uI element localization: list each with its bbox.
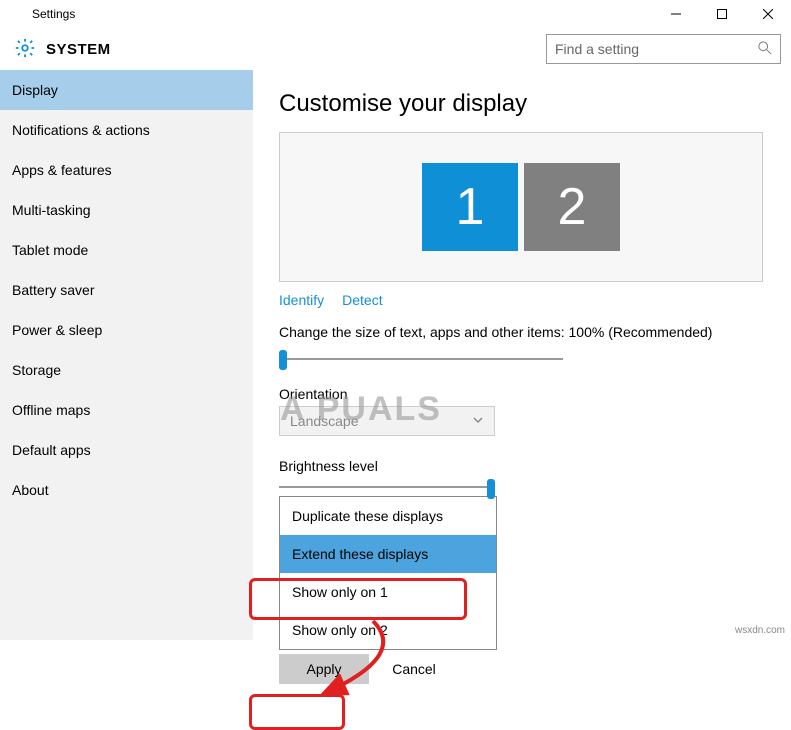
display-mode-option[interactable]: Duplicate these displays [280, 497, 496, 535]
sidebar-item-tablet-mode[interactable]: Tablet mode [0, 230, 253, 270]
orientation-dropdown[interactable]: Landscape [279, 406, 495, 436]
annotation-highlight-apply [249, 694, 345, 730]
sidebar-item-display[interactable]: Display [0, 70, 253, 110]
minimize-button[interactable] [653, 0, 699, 28]
close-button[interactable] [745, 0, 791, 28]
multi-display-dropdown[interactable]: Duplicate these displaysExtend these dis… [279, 496, 497, 650]
cancel-button[interactable]: Cancel [369, 654, 459, 684]
search-placeholder: Find a setting [555, 41, 639, 57]
sidebar-item-offline-maps[interactable]: Offline maps [0, 390, 253, 430]
header: SYSTEM Find a setting [0, 28, 791, 70]
orientation-value: Landscape [290, 413, 359, 429]
apply-button[interactable]: Apply [279, 654, 369, 684]
detect-link[interactable]: Detect [342, 292, 382, 308]
display-arrangement[interactable]: 1 2 [279, 132, 763, 282]
page-title: Customise your display [279, 90, 765, 118]
sidebar-item-apps-features[interactable]: Apps & features [0, 150, 253, 190]
sidebar-item-multi-tasking[interactable]: Multi-tasking [0, 190, 253, 230]
scale-label: Change the size of text, apps and other … [279, 324, 765, 340]
display-mode-option[interactable]: Extend these displays [280, 535, 496, 573]
orientation-label: Orientation [279, 386, 765, 402]
titlebar: Settings [0, 0, 791, 28]
sidebar: DisplayNotifications & actionsApps & fea… [0, 70, 253, 640]
attribution-text: wsxdn.com [735, 625, 785, 636]
sidebar-item-notifications-actions[interactable]: Notifications & actions [0, 110, 253, 150]
brightness-slider[interactable] [279, 480, 495, 496]
monitor-2[interactable]: 2 [524, 163, 620, 251]
main-panel: Customise your display 1 2 Identify Dete… [253, 70, 791, 640]
search-icon [758, 41, 772, 58]
sidebar-item-battery-saver[interactable]: Battery saver [0, 270, 253, 310]
sidebar-item-power-sleep[interactable]: Power & sleep [0, 310, 253, 350]
scale-slider[interactable] [279, 348, 563, 370]
display-mode-option[interactable]: Show only on 1 [280, 573, 496, 611]
monitor-1[interactable]: 1 [422, 163, 518, 251]
window-title: Settings [32, 7, 75, 21]
chevron-down-icon [472, 413, 484, 429]
identify-link[interactable]: Identify [279, 292, 324, 308]
sidebar-item-default-apps[interactable]: Default apps [0, 430, 253, 470]
gear-icon [14, 37, 36, 62]
maximize-button[interactable] [699, 0, 745, 28]
search-input[interactable]: Find a setting [546, 34, 781, 64]
display-mode-option[interactable]: Show only on 2 [280, 611, 496, 649]
sidebar-item-storage[interactable]: Storage [0, 350, 253, 390]
system-label: SYSTEM [46, 41, 111, 58]
brightness-label: Brightness level [279, 458, 765, 474]
sidebar-item-about[interactable]: About [0, 470, 253, 510]
